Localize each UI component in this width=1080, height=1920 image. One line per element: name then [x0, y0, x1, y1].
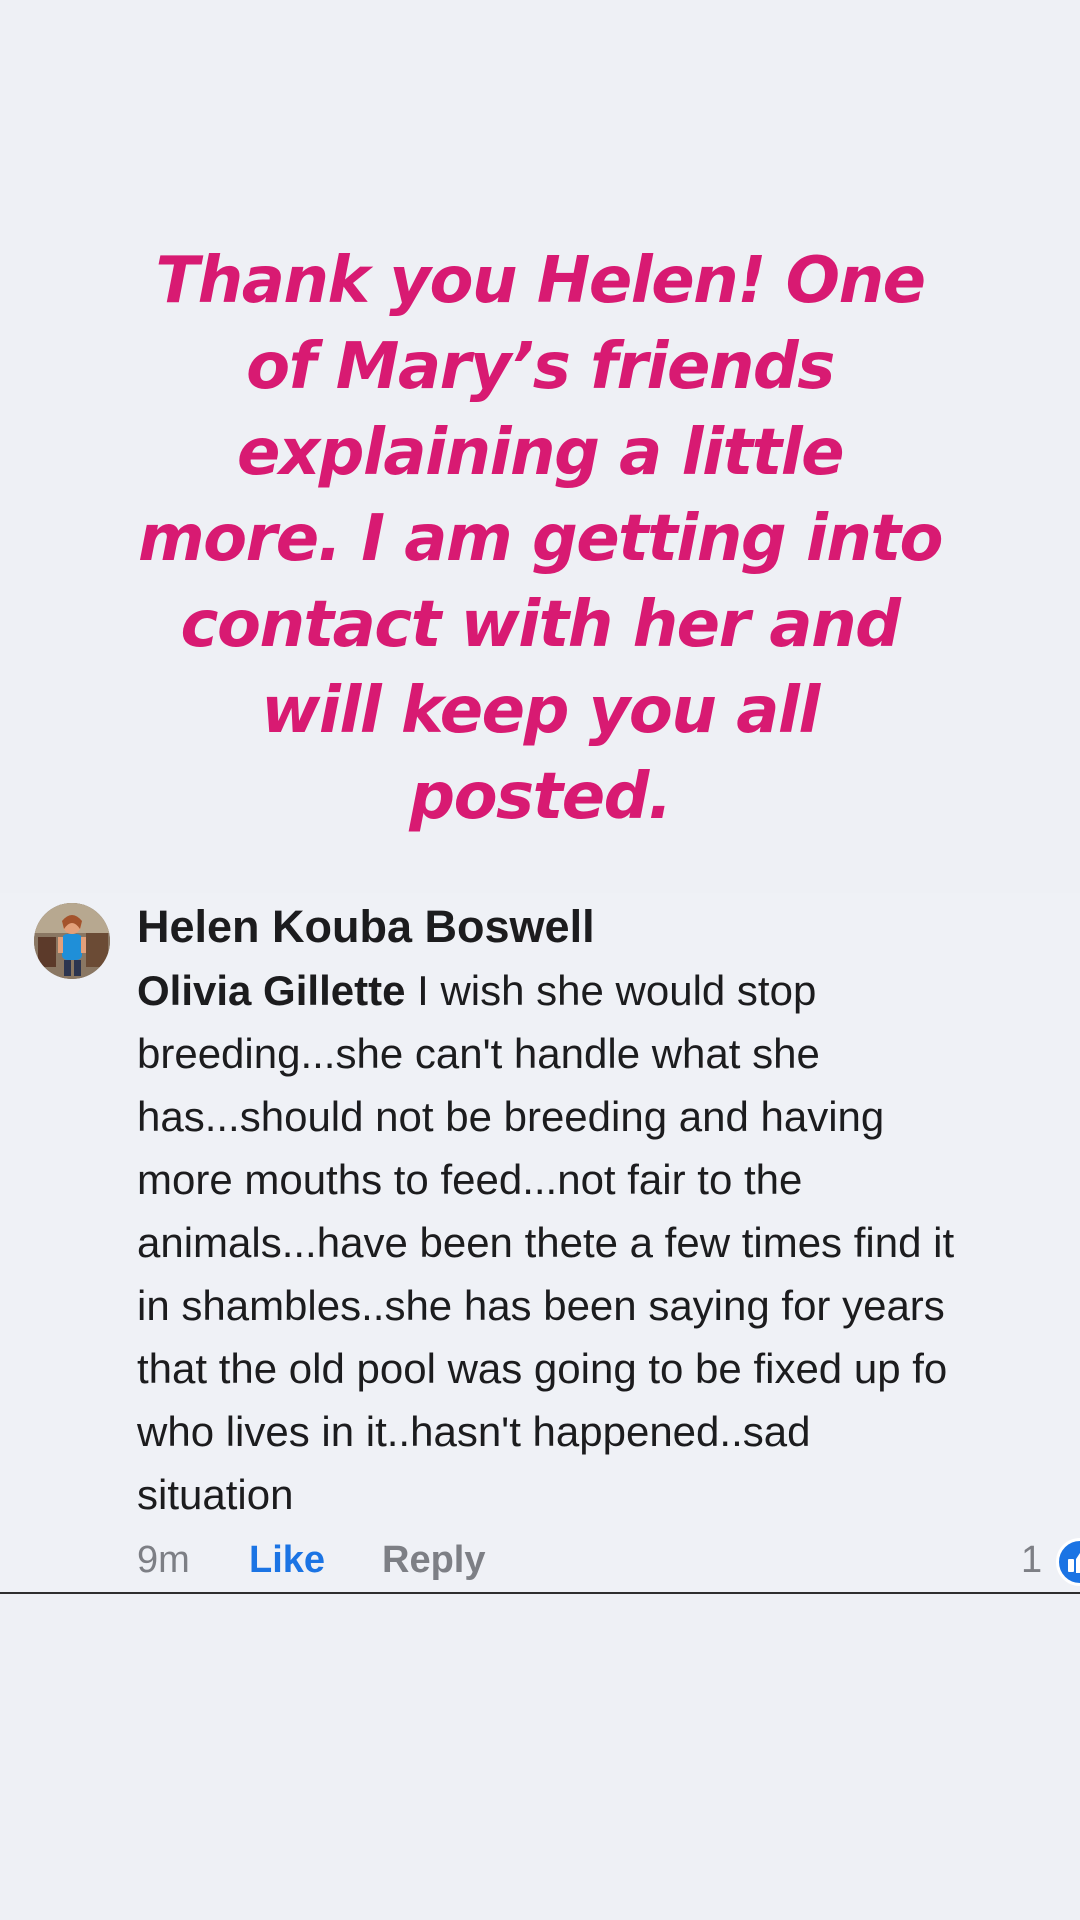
comment-line: Olivia Gillette I wish she would stop	[137, 959, 1080, 1022]
caption-line: contact with her and	[180, 588, 901, 662]
comment-author-name[interactable]: Helen Kouba Boswell	[137, 895, 1080, 959]
avatar-photo-icon	[34, 903, 110, 979]
caption-line: will keep you all	[261, 674, 820, 748]
caption-line: Thank you Helen! One	[155, 244, 926, 318]
comment-line: who lives in it..hasn't happened..sad	[137, 1408, 811, 1455]
avatar[interactable]	[34, 903, 110, 979]
comment-line: more mouths to feed...not fair to the	[137, 1156, 803, 1203]
comment-card: Helen Kouba Boswell Olivia Gillette I wi…	[0, 893, 1080, 1594]
comment-text: Olivia Gillette I wish she would stop br…	[137, 959, 1080, 1526]
comment-line: animals...have been thete a few times fi…	[137, 1219, 955, 1266]
caption-line: posted.	[409, 760, 672, 834]
comment-body: Helen Kouba Boswell Olivia Gillette I wi…	[137, 895, 1080, 1526]
caption-line: explaining a little	[236, 416, 845, 490]
thumbs-up-icon	[1068, 1553, 1080, 1573]
like-reaction-icon[interactable]	[1056, 1538, 1080, 1586]
comment-line: situation	[137, 1471, 294, 1518]
story-caption: Thank you Helen! One of Mary’s friends e…	[90, 238, 990, 840]
comment-line: breeding...she can't handle what she	[137, 1030, 820, 1077]
comment-line: in shambles..she has been saying for yea…	[137, 1282, 945, 1329]
like-button[interactable]: Like	[249, 1535, 382, 1585]
mention-link[interactable]: Olivia Gillette	[137, 967, 405, 1014]
reaction-count[interactable]: 1	[1021, 1535, 1042, 1585]
reply-button[interactable]: Reply	[382, 1535, 485, 1585]
comment-line: has...should not be breeding and having	[137, 1093, 885, 1140]
comment-line: that the old pool was going to be fixed …	[137, 1345, 948, 1392]
comment-line-text: I wish she would stop	[405, 967, 817, 1014]
comment-timestamp: 9m	[137, 1539, 190, 1581]
comment-actions: 9m Like Reply	[137, 1535, 485, 1585]
caption-line: more. I am getting into	[137, 502, 944, 576]
caption-line: of Mary’s friends	[246, 330, 835, 404]
